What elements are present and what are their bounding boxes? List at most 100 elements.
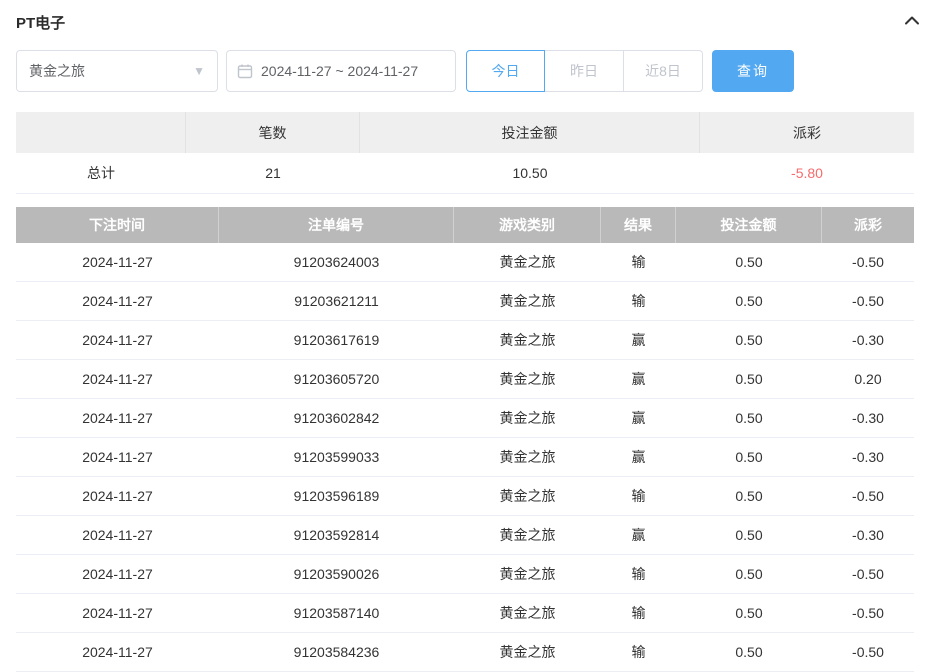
table-row: 2024-11-27 91203621211 黄金之旅 输 0.50 -0.50 — [16, 282, 914, 321]
cell-game: 黄金之旅 — [499, 332, 556, 348]
table-row: 2024-11-27 91203624003 黄金之旅 输 0.50 -0.50 — [16, 243, 914, 282]
cell-time: 2024-11-27 — [82, 644, 153, 660]
cell-result: 输 — [631, 566, 646, 582]
table-row: 2024-11-27 91203590026 黄金之旅 输 0.50 -0.50 — [16, 555, 914, 594]
quick-range-group: 今日 昨日 近8日 — [466, 50, 703, 92]
summary-header-payout: 派彩 — [700, 112, 914, 153]
cell-game: 黄金之旅 — [499, 488, 556, 504]
cell-game: 黄金之旅 — [499, 410, 556, 426]
header-game: 游戏类别 — [454, 207, 601, 243]
cell-result: 赢 — [631, 449, 646, 465]
cell-bet: 0.50 — [735, 371, 763, 387]
yesterday-button[interactable]: 昨日 — [545, 50, 624, 92]
cell-time: 2024-11-27 — [82, 254, 153, 270]
pt-games-panel: PT电子 黄金之旅 ▼ 2024-11-27 ~ 2024-11-27 今日 昨… — [0, 0, 938, 672]
cell-bet: 0.50 — [735, 527, 763, 543]
cell-result: 输 — [631, 254, 646, 270]
game-select-value: 黄金之旅 — [29, 63, 85, 79]
cell-result: 输 — [631, 488, 646, 504]
date-range-value: 2024-11-27 ~ 2024-11-27 — [261, 63, 419, 79]
cell-result: 输 — [631, 293, 646, 309]
today-button[interactable]: 今日 — [466, 50, 545, 92]
cell-bet: 0.50 — [735, 449, 763, 465]
cell-time: 2024-11-27 — [82, 605, 153, 621]
cell-time: 2024-11-27 — [82, 410, 153, 426]
search-button[interactable]: 查询 — [712, 50, 794, 92]
summary-total-count: 21 — [186, 153, 360, 194]
cell-result: 赢 — [631, 527, 646, 543]
summary-total-payout: -5.80 — [700, 153, 914, 194]
cell-payout: -0.50 — [852, 293, 884, 309]
cell-order-id: 91203584236 — [293, 644, 380, 660]
cell-bet: 0.50 — [735, 410, 763, 426]
header-result: 结果 — [601, 207, 676, 243]
cell-time: 2024-11-27 — [82, 332, 153, 348]
summary-header-row: 笔数 投注金额 派彩 — [16, 112, 914, 153]
chevron-down-icon: ▼ — [193, 64, 205, 78]
date-range-input[interactable]: 2024-11-27 ~ 2024-11-27 — [226, 50, 456, 92]
cell-payout: -0.30 — [852, 449, 884, 465]
table-row: 2024-11-27 91203584236 黄金之旅 输 0.50 -0.50 — [16, 633, 914, 672]
cell-bet: 0.50 — [735, 332, 763, 348]
cell-order-id: 91203602842 — [293, 410, 380, 426]
table-row: 2024-11-27 91203596189 黄金之旅 输 0.50 -0.50 — [16, 477, 914, 516]
cell-bet: 0.50 — [735, 605, 763, 621]
cell-payout: -0.30 — [852, 332, 884, 348]
summary-total-bet: 10.50 — [360, 153, 700, 194]
cell-bet: 0.50 — [735, 566, 763, 582]
cell-payout: -0.50 — [852, 566, 884, 582]
cell-game: 黄金之旅 — [499, 293, 556, 309]
last8days-button[interactable]: 近8日 — [624, 50, 703, 92]
summary-header-blank — [16, 112, 186, 153]
cell-time: 2024-11-27 — [82, 371, 153, 387]
cell-payout: -0.50 — [852, 254, 884, 270]
collapse-panel-button[interactable] — [902, 12, 922, 32]
cell-order-id: 91203596189 — [293, 488, 380, 504]
cell-payout: 0.20 — [854, 371, 882, 387]
cell-order-id: 91203605720 — [293, 371, 380, 387]
cell-order-id: 91203592814 — [293, 527, 380, 543]
summary-table: 笔数 投注金额 派彩 总计 21 10.50 -5.80 — [16, 112, 914, 194]
cell-payout: -0.30 — [852, 527, 884, 543]
cell-order-id: 91203617619 — [293, 332, 380, 348]
page-title: PT电子 — [16, 14, 66, 32]
summary-total-label: 总计 — [16, 153, 186, 194]
cell-result: 赢 — [631, 410, 646, 426]
cell-result: 输 — [631, 644, 646, 660]
chevron-up-icon — [904, 13, 920, 32]
header-time: 下注时间 — [16, 207, 219, 243]
cell-time: 2024-11-27 — [82, 488, 153, 504]
cell-result: 输 — [631, 605, 646, 621]
cell-bet: 0.50 — [735, 293, 763, 309]
cell-game: 黄金之旅 — [499, 644, 556, 660]
cell-result: 赢 — [631, 332, 646, 348]
cell-game: 黄金之旅 — [499, 527, 556, 543]
summary-total-row: 总计 21 10.50 -5.80 — [16, 153, 914, 194]
cell-payout: -0.30 — [852, 410, 884, 426]
bet-table-body: 2024-11-27 91203624003 黄金之旅输 0.50 -0.50 2024-… — [16, 243, 914, 672]
cell-payout: -0.50 — [852, 605, 884, 621]
summary-header-count: 笔数 — [186, 112, 360, 153]
cell-game: 黄金之旅 — [499, 449, 556, 465]
table-row: 2024-11-27 91203602842 黄金之旅 赢 0.50 -0.30 — [16, 399, 914, 438]
cell-order-id: 91203590026 — [293, 566, 380, 582]
cell-game: 黄金之旅 — [499, 605, 556, 621]
table-row: 2024-11-27 91203587140 黄金之旅 输 0.50 -0.50 — [16, 594, 914, 633]
cell-game: 黄金之旅 — [499, 371, 556, 387]
filter-bar: 黄金之旅 ▼ 2024-11-27 ~ 2024-11-27 今日 昨日 近8日… — [16, 50, 922, 92]
calendar-icon — [237, 63, 253, 79]
cell-payout: -0.50 — [852, 644, 884, 660]
cell-time: 2024-11-27 — [82, 293, 153, 309]
header-order-id: 注单编号 — [219, 207, 454, 243]
cell-bet: 0.50 — [735, 644, 763, 660]
cell-time: 2024-11-27 — [82, 566, 153, 582]
cell-payout: -0.50 — [852, 488, 884, 504]
cell-time: 2024-11-27 — [82, 527, 153, 543]
cell-order-id: 91203587140 — [293, 605, 380, 621]
cell-order-id: 91203624003 — [293, 254, 380, 270]
game-select[interactable]: 黄金之旅 ▼ — [16, 50, 218, 92]
table-row: 2024-11-27 91203592814 黄金之旅 赢 0.50 -0.30 — [16, 516, 914, 555]
table-row: 2024-11-27 91203617619 黄金之旅 赢 0.50 -0.30 — [16, 321, 914, 360]
panel-header: PT电子 — [16, 0, 922, 44]
cell-order-id: 91203599033 — [293, 449, 380, 465]
